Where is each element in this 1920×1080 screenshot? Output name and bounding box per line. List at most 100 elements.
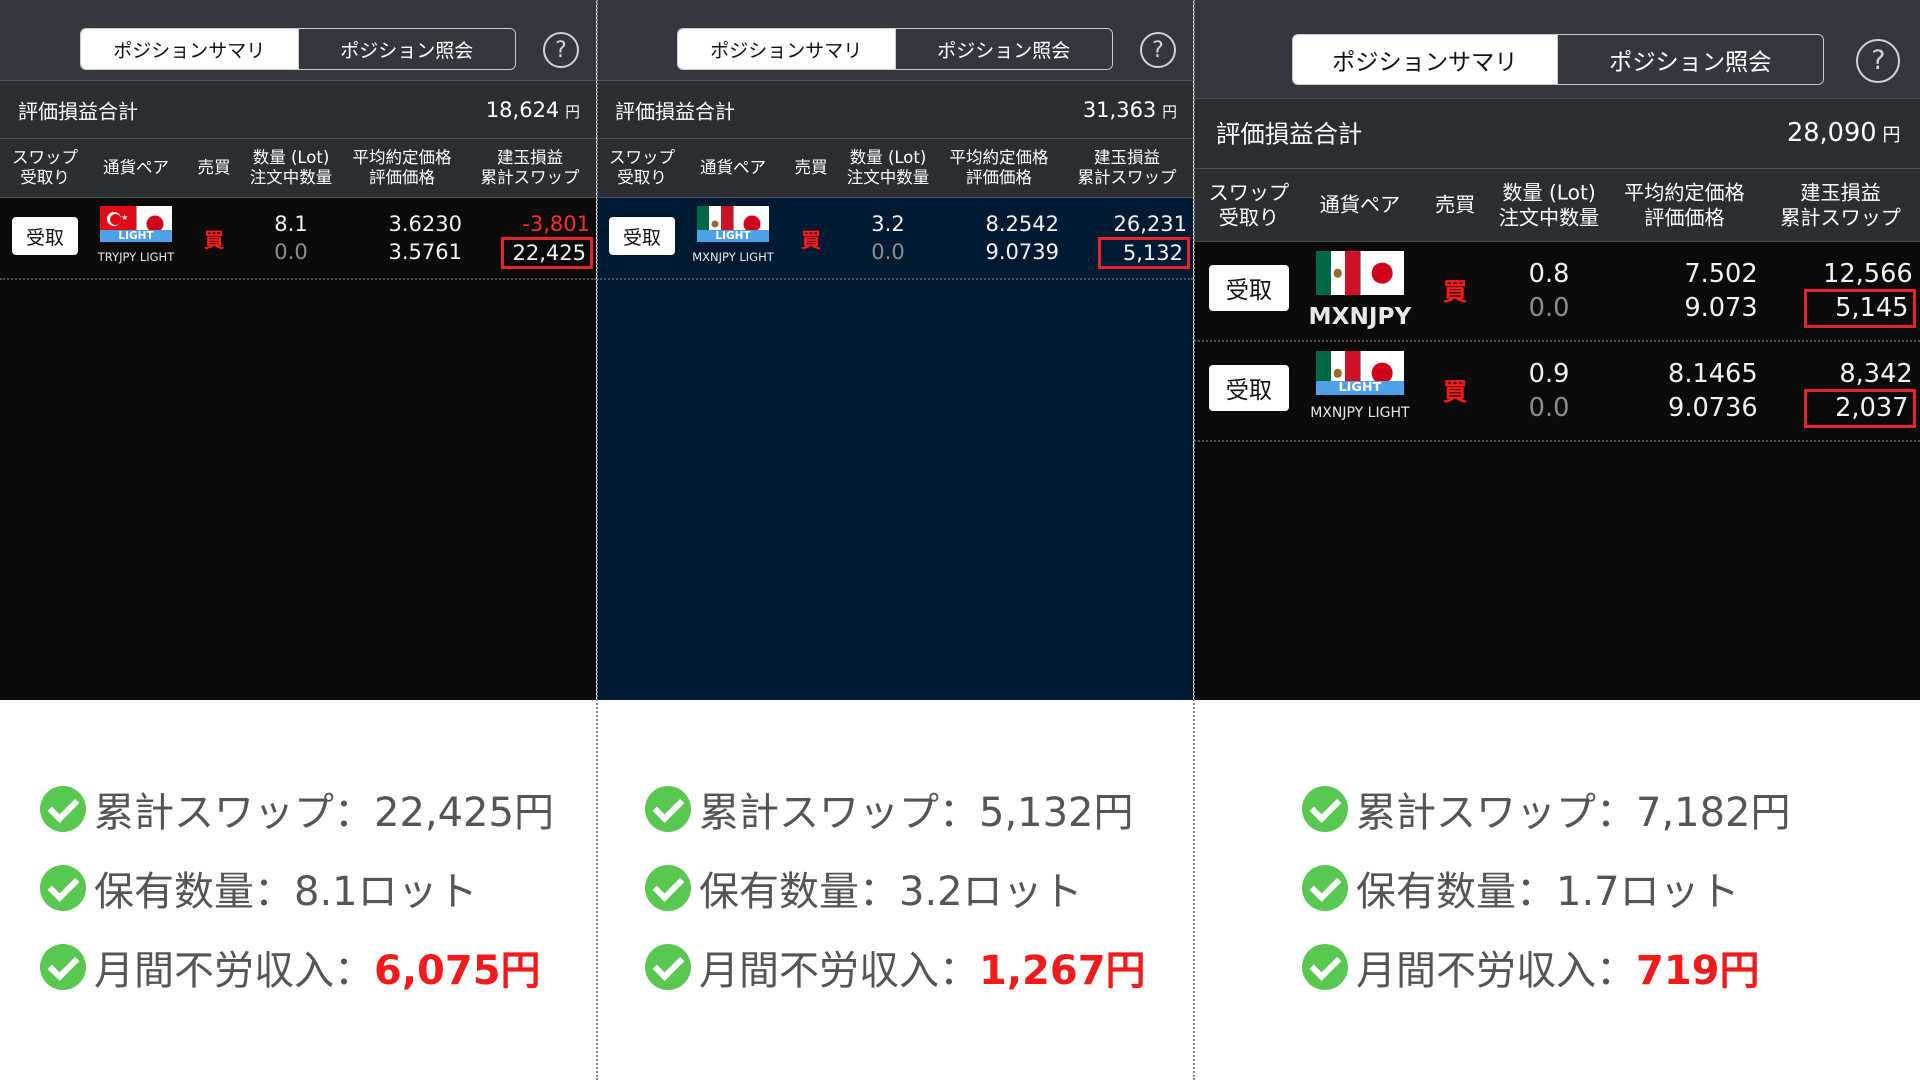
tab-position-inquiry[interactable]: ポジション照会 (1557, 35, 1823, 85)
check-icon (1302, 944, 1348, 990)
currency-pair-label: MXNJPY LIGHT (692, 250, 774, 264)
view-toggle: ポジションサマリ ポジション照会 (1291, 34, 1824, 86)
note-holding-quantity: 保有数量：3.2ロット (645, 859, 1083, 917)
header-pl-swap-line2: 累計スワップ (480, 168, 580, 187)
header-price: 平均約定価格 評価価格 (1624, 180, 1745, 229)
help-icon[interactable]: ? (543, 32, 579, 68)
mexico-flag-icon: LIGHT (1316, 351, 1404, 396)
check-icon (1302, 786, 1348, 832)
total-pl-bar: 評価損益合計 28,090 円 (1194, 97, 1920, 169)
top-bar: ポジションサマリ ポジション照会? (597, 0, 1193, 80)
pending-quantity: 0.0 (871, 240, 905, 264)
header-quantity: 数量 (Lot) 注文中数量 (250, 148, 333, 188)
average-price: 3.6230 (388, 212, 462, 236)
yen-unit: 円 (1162, 103, 1177, 121)
buy-label: 買 (1442, 377, 1468, 407)
help-icon[interactable]: ? (1856, 39, 1901, 83)
header-currency-pair: 通貨ペア (103, 158, 169, 178)
total-pl-amount: 28,090 (1786, 118, 1877, 149)
monthly-income-label: 月間不労収入： (1356, 948, 1636, 994)
total-pl-value: 28,090 円 (1787, 118, 1901, 148)
app-screen: ポジションサマリ ポジション照会? 評価損益合計 31,363 円スワップ 受取り 通貨ペア… (597, 0, 1193, 700)
quantity-lots: 3.2 (871, 212, 905, 236)
mexico-flag-icon (1316, 251, 1404, 296)
total-pl-label: 評価損益合計 (18, 99, 138, 123)
average-price: 8.1465 (1668, 358, 1758, 389)
header-quantity: 数量 (Lot) 注文中数量 (847, 148, 930, 188)
position-pl: 8,342 (1839, 358, 1913, 389)
flag-white (1330, 251, 1346, 296)
header-pl-swap: 建玉損益 累計スワップ (481, 148, 580, 188)
header-price: 平均約定価格 評価価格 (353, 148, 452, 188)
total-pl-label: 評価損益合計 (1215, 119, 1363, 149)
header-side-line1: 売買 (197, 157, 231, 177)
note-cumulative-swap: 累計スワップ：22,425円 (40, 780, 554, 838)
view-toggle: ポジションサマリ ポジション照会 (80, 28, 516, 70)
quantity-lots: 8.1 (274, 212, 308, 236)
help-icon[interactable]: ? (1140, 32, 1176, 68)
header-swap-receive: スワップ 受取り (609, 148, 675, 188)
monthly-income-label: 月間不労収入： (94, 948, 374, 994)
note-monthly-income: 月間不労収入： 6,075円 (40, 938, 541, 996)
position-row: 受取 ★ LIGHT TRYJPY LIGHT 買 8.1 0.0 3.6230 3.5761 -… (0, 198, 596, 280)
header-pl-swap-line2: 累計スワップ (1780, 204, 1901, 229)
check-icon (40, 944, 86, 990)
receive-swap-button[interactable]: 受取 (12, 217, 78, 255)
check-icon (40, 865, 86, 911)
check-icon (1302, 865, 1348, 911)
tab-position-inquiry[interactable]: ポジション照会 (894, 29, 1112, 69)
sun-disc (1371, 262, 1393, 284)
tab-position-summary[interactable]: ポジションサマリ (1292, 35, 1558, 85)
currency-pair-label: MXNJPY (1308, 302, 1412, 330)
average-price: 8.2542 (985, 212, 1059, 236)
panel-1: ポジションサマリ ポジション照会? 評価損益合計 18,624 円スワップ 受取り 通貨ペア… (0, 0, 596, 1080)
currency-pair-label: MXNJPY LIGHT (1310, 405, 1410, 422)
position-row: 受取 MXNJPY 買 0.8 0.0 7.502 9.073 12,566 5,145 (1194, 242, 1920, 342)
header-quantity-line2: 注文中数量 (846, 168, 930, 187)
receive-swap-button[interactable]: 受取 (1208, 364, 1290, 412)
flag-green (1316, 251, 1331, 296)
header-side-line1: 売買 (794, 157, 828, 177)
position-pl: -3,801 (522, 212, 590, 236)
header-price-line1: 平均約定価格 (352, 147, 452, 167)
cumulative-swap: 5,145 (1804, 289, 1917, 329)
total-pl-value: 31,363 円 (1083, 98, 1177, 122)
receive-swap-button[interactable]: 受取 (609, 217, 675, 255)
check-icon (645, 944, 691, 990)
cumulative-swap: 5,132 (1098, 237, 1190, 269)
panel-3: ポジションサマリ ポジション照会? 評価損益合計 28,090 円スワップ 受取り 通貨ペア… (1194, 0, 1920, 1080)
header-side-line1: 売買 (1434, 192, 1476, 217)
note-monthly-income: 月間不労収入： 719円 (1302, 938, 1760, 996)
header-currency-pair-line1: 通貨ペア (1319, 192, 1401, 217)
position-pl: 26,231 (1113, 212, 1187, 236)
total-pl-amount: 18,624 (485, 97, 560, 122)
star-icon: ★ (121, 213, 129, 222)
header-currency-pair: 通貨ペア (700, 158, 766, 178)
tab-position-summary[interactable]: ポジションサマリ (81, 29, 298, 69)
monthly-income-value: 1,267円 (979, 948, 1146, 994)
column-headers: スワップ 受取り 通貨ペア 売買 数量 (Lot) 注文中数量 平均約定価格 評価価格 建玉損益… (0, 138, 596, 198)
tab-position-summary[interactable]: ポジションサマリ (678, 29, 895, 69)
yen-unit: 円 (565, 103, 580, 121)
header-side: 売買 (795, 158, 828, 178)
note-cumulative-swap: 累計スワップ：7,182円 (1302, 780, 1791, 838)
note-cumulative-swap-text: 累計スワップ：22,425円 (94, 790, 554, 836)
header-quantity-line2: 注文中数量 (1498, 204, 1600, 229)
cumulative-swap: 22,425 (501, 237, 593, 269)
light-badge: LIGHT (1316, 380, 1404, 396)
receive-swap-button[interactable]: 受取 (1208, 264, 1290, 312)
tab-position-inquiry[interactable]: ポジション照会 (297, 29, 515, 69)
position-row: 受取 LIGHT MXNJPY LIGHT 買 3.2 0.0 8.2542 9.0739 26… (597, 198, 1193, 280)
buy-label: 買 (1442, 277, 1468, 307)
header-side: 売買 (1435, 193, 1475, 218)
header-quantity-line2: 注文中数量 (249, 168, 333, 187)
position-row: 受取 LIGHT MXNJPY LIGHT 買 0.9 0.0 8.1465 9.0736 8,… (1194, 342, 1920, 442)
header-pl-swap-line1: 建玉損益 (1094, 147, 1160, 167)
mexico-flag-icon: LIGHT (697, 206, 769, 242)
note-holding-quantity: 保有数量：1.7ロット (1302, 859, 1740, 917)
header-price-line2: 評価価格 (1644, 204, 1725, 229)
app-screen: ポジションサマリ ポジション照会? 評価損益合計 18,624 円スワップ 受取り 通貨ペア… (0, 0, 596, 700)
evaluation-price: 9.0739 (985, 240, 1059, 264)
note-monthly-income: 月間不労収入： 1,267円 (645, 938, 1146, 996)
header-quantity-line1: 数量 (Lot) (849, 147, 927, 167)
